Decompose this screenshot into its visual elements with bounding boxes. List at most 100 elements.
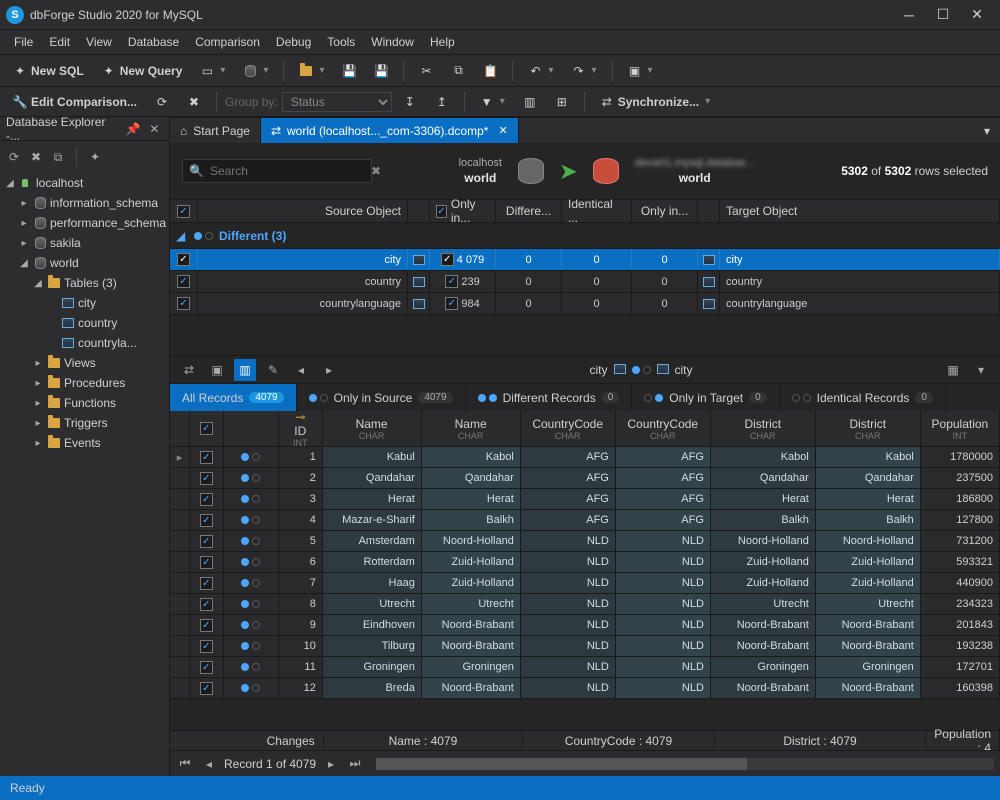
- data-row[interactable]: ✓ 10 Tilburg Noord-Brabant NLD NLD Noord…: [170, 636, 1000, 657]
- new-sql-button[interactable]: ✦New SQL: [6, 59, 91, 83]
- last-record-icon[interactable]: ⏭: [346, 756, 364, 771]
- options-dropdown[interactable]: ▾: [970, 359, 992, 381]
- close-panel-icon[interactable]: ✕: [146, 122, 163, 136]
- db-tree[interactable]: ◢localhost▸information_schema▸performanc…: [0, 171, 169, 776]
- save-button[interactable]: 💾: [335, 59, 363, 83]
- menu-comparison[interactable]: Comparison: [187, 32, 268, 52]
- sort-asc-button[interactable]: ↧: [396, 90, 424, 114]
- data-row[interactable]: ✓ 7 Haag Zuid-Holland NLD NLD Zuid-Holla…: [170, 573, 1000, 594]
- col-dist-src[interactable]: DistrictCHAR: [711, 411, 816, 446]
- data-row[interactable]: ✓ 3 Herat Herat AFG AFG Herat Herat 1868…: [170, 489, 1000, 510]
- copy-button[interactable]: ⧉: [444, 59, 472, 83]
- tree-table[interactable]: city: [0, 293, 169, 313]
- data-row[interactable]: ▸ ✓ 1 Kabul Kabol AFG AFG Kabol Kabol 17…: [170, 447, 1000, 468]
- prev-diff-icon[interactable]: ◂: [290, 359, 312, 381]
- data-row[interactable]: ✓ 5 Amsterdam Noord-Holland NLD NLD Noor…: [170, 531, 1000, 552]
- tree-table[interactable]: country: [0, 313, 169, 333]
- tree-folder[interactable]: ▸Triggers: [0, 413, 169, 433]
- tree-folder[interactable]: ▸Views: [0, 353, 169, 373]
- menu-tools[interactable]: Tools: [319, 32, 363, 52]
- connect-icon[interactable]: ⟳: [6, 149, 22, 165]
- comparison-row[interactable]: ✓ city ✓ 4 079 0 0 0 city: [170, 249, 1000, 271]
- groupby-select[interactable]: Status: [282, 92, 392, 112]
- tree-db[interactable]: ▸performance_schema: [0, 213, 169, 233]
- tree-folder[interactable]: ▸Procedures: [0, 373, 169, 393]
- sort-desc-button[interactable]: ↥: [428, 90, 456, 114]
- tree-folder[interactable]: ▸Functions: [0, 393, 169, 413]
- synchronize-button[interactable]: ⇄Synchronize...▾: [593, 90, 717, 114]
- menu-file[interactable]: File: [6, 32, 41, 52]
- cut-button[interactable]: ✂: [412, 59, 440, 83]
- col-cc-src[interactable]: CountryCodeCHAR: [521, 411, 616, 446]
- maximize-button[interactable]: ☐: [926, 1, 960, 29]
- comparison-row[interactable]: ✓ country ✓ 239 0 0 0 country: [170, 271, 1000, 293]
- tree-tables-folder[interactable]: ◢Tables (3): [0, 273, 169, 293]
- close-button[interactable]: ✕: [960, 1, 994, 29]
- folder-open-button[interactable]: ▾: [292, 59, 331, 83]
- data-row[interactable]: ✓ 4 Mazar-e-Sharif Balkh AFG AFG Balkh B…: [170, 510, 1000, 531]
- minimize-button[interactable]: ─: [892, 1, 926, 29]
- filter-only-source[interactable]: Only in Source4079: [297, 384, 466, 411]
- search-box[interactable]: 🔍 ✖: [182, 159, 372, 183]
- prev-record-icon[interactable]: ◂: [200, 757, 218, 771]
- filter-button[interactable]: ▼▾: [473, 90, 512, 114]
- layout-icon[interactable]: ▦: [942, 359, 964, 381]
- refresh-button[interactable]: ⟳: [148, 90, 176, 114]
- expand-button[interactable]: ⊞: [548, 90, 576, 114]
- data-row[interactable]: ✓ 2 Qandahar Qandahar AFG AFG Qandahar Q…: [170, 468, 1000, 489]
- next-record-icon[interactable]: ▸: [322, 757, 340, 771]
- search-input[interactable]: [210, 164, 365, 178]
- pin-icon[interactable]: 📌: [125, 122, 142, 136]
- view-split-icon[interactable]: ▥: [234, 359, 256, 381]
- comparison-row[interactable]: ✓ countrylanguage ✓ 984 0 0 0 countrylan…: [170, 293, 1000, 315]
- edit-icon[interactable]: ✎: [262, 359, 284, 381]
- swap-icon[interactable]: ⇄: [178, 359, 200, 381]
- data-row[interactable]: ✓ 6 Rotterdam Zuid-Holland NLD NLD Zuid-…: [170, 552, 1000, 573]
- col-pop[interactable]: PopulationINT: [921, 411, 1000, 446]
- paste-button[interactable]: 📋: [476, 59, 504, 83]
- new-query-button[interactable]: ✦New Query: [95, 59, 190, 83]
- col-cc-tgt[interactable]: CountryCodeCHAR: [616, 411, 711, 446]
- col-id[interactable]: ⊸ IDINT: [279, 411, 323, 446]
- delete-icon[interactable]: ✖: [28, 149, 44, 165]
- data-row[interactable]: ✓ 8 Utrecht Utrecht NLD NLD Utrecht Utre…: [170, 594, 1000, 615]
- tree-db-world[interactable]: ◢world: [0, 253, 169, 273]
- menu-debug[interactable]: Debug: [268, 32, 319, 52]
- tree-db[interactable]: ▸information_schema: [0, 193, 169, 213]
- tab-start-page[interactable]: ⌂ Start Page: [170, 118, 261, 143]
- col-dist-tgt[interactable]: DistrictCHAR: [816, 411, 921, 446]
- col-name-tgt[interactable]: NameCHAR: [422, 411, 521, 446]
- copy-icon[interactable]: ⧉: [50, 149, 66, 165]
- group-different[interactable]: ◢ Different (3): [170, 223, 1000, 249]
- tree-folder[interactable]: ▸Events: [0, 433, 169, 453]
- tabs-overflow[interactable]: ▾: [974, 118, 1000, 143]
- col-only-in-source[interactable]: ✓Only in...: [430, 200, 496, 222]
- menu-help[interactable]: Help: [422, 32, 463, 52]
- undo-button[interactable]: ↶▾: [521, 59, 560, 83]
- db-dropdown[interactable]: ▾: [236, 59, 275, 83]
- next-diff-icon[interactable]: ▸: [318, 359, 340, 381]
- edit-comparison-button[interactable]: 🔧Edit Comparison...: [6, 90, 144, 114]
- data-row[interactable]: ✓ 11 Groningen Groningen NLD NLD Groning…: [170, 657, 1000, 678]
- data-row[interactable]: ✓ 12 Breda Noord-Brabant NLD NLD Noord-B…: [170, 678, 1000, 699]
- first-record-icon[interactable]: ⏮: [176, 756, 194, 771]
- columns-button[interactable]: ▥: [516, 90, 544, 114]
- save-all-button[interactable]: 💾: [367, 59, 395, 83]
- col-different[interactable]: Differe...: [496, 200, 562, 222]
- data-row[interactable]: ✓ 9 Eindhoven Noord-Brabant NLD NLD Noor…: [170, 615, 1000, 636]
- col-source-object[interactable]: Source Object: [198, 200, 408, 222]
- tab-comparison-doc[interactable]: ⇄ world (localhost..._com-3306).dcomp* ✕: [261, 118, 519, 143]
- col-name-src[interactable]: NameCHAR: [323, 411, 422, 446]
- target-dropdown[interactable]: ▣▾: [621, 59, 660, 83]
- select-all-checkbox[interactable]: ✓: [177, 205, 190, 218]
- collapse-icon[interactable]: ◢: [176, 229, 188, 243]
- clear-search-icon[interactable]: ✖: [371, 164, 381, 178]
- cancel-button[interactable]: ✖: [180, 90, 208, 114]
- grid-select-all[interactable]: ✓: [200, 422, 213, 435]
- filter-only-target[interactable]: Only in Target0: [632, 384, 779, 411]
- menu-edit[interactable]: Edit: [41, 32, 78, 52]
- tree-db[interactable]: ▸sakila: [0, 233, 169, 253]
- open-dropdown[interactable]: ▭▾: [193, 59, 232, 83]
- menu-view[interactable]: View: [78, 32, 120, 52]
- tab-close-icon[interactable]: ✕: [498, 124, 507, 137]
